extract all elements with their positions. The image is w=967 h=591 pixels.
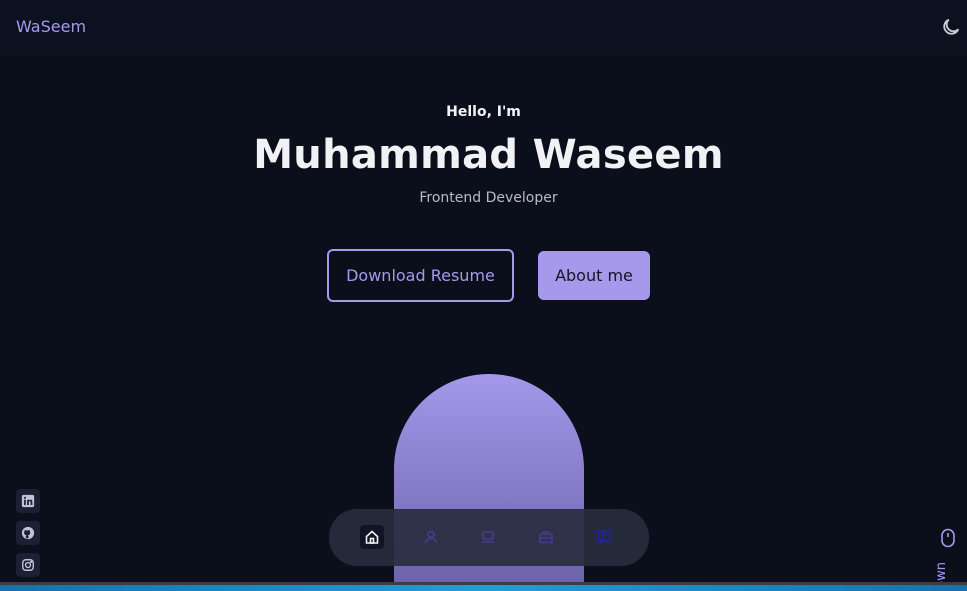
briefcase-icon[interactable] xyxy=(534,525,558,549)
home-icon[interactable] xyxy=(360,525,384,549)
message-icon[interactable] xyxy=(592,525,616,549)
user-icon[interactable] xyxy=(419,525,443,549)
page-title: Muhammad Waseem xyxy=(253,132,724,178)
bottom-nav-dock xyxy=(329,509,649,566)
greeting: Hello, I'm xyxy=(446,104,521,120)
logo[interactable]: WaSeem xyxy=(16,17,86,36)
role-subtitle: Frontend Developer xyxy=(419,190,558,206)
laptop-icon[interactable] xyxy=(476,525,500,549)
mouse-icon xyxy=(941,528,955,548)
window-bottom-edge xyxy=(0,582,967,591)
header: WaSeem xyxy=(0,0,967,56)
github-icon[interactable] xyxy=(16,521,40,545)
linkedin-icon[interactable] xyxy=(16,489,40,513)
moon-icon[interactable] xyxy=(940,16,962,38)
instagram-icon[interactable] xyxy=(16,553,40,577)
about-me-button[interactable]: About me xyxy=(538,251,650,300)
download-resume-button[interactable]: Download Resume xyxy=(327,249,514,302)
